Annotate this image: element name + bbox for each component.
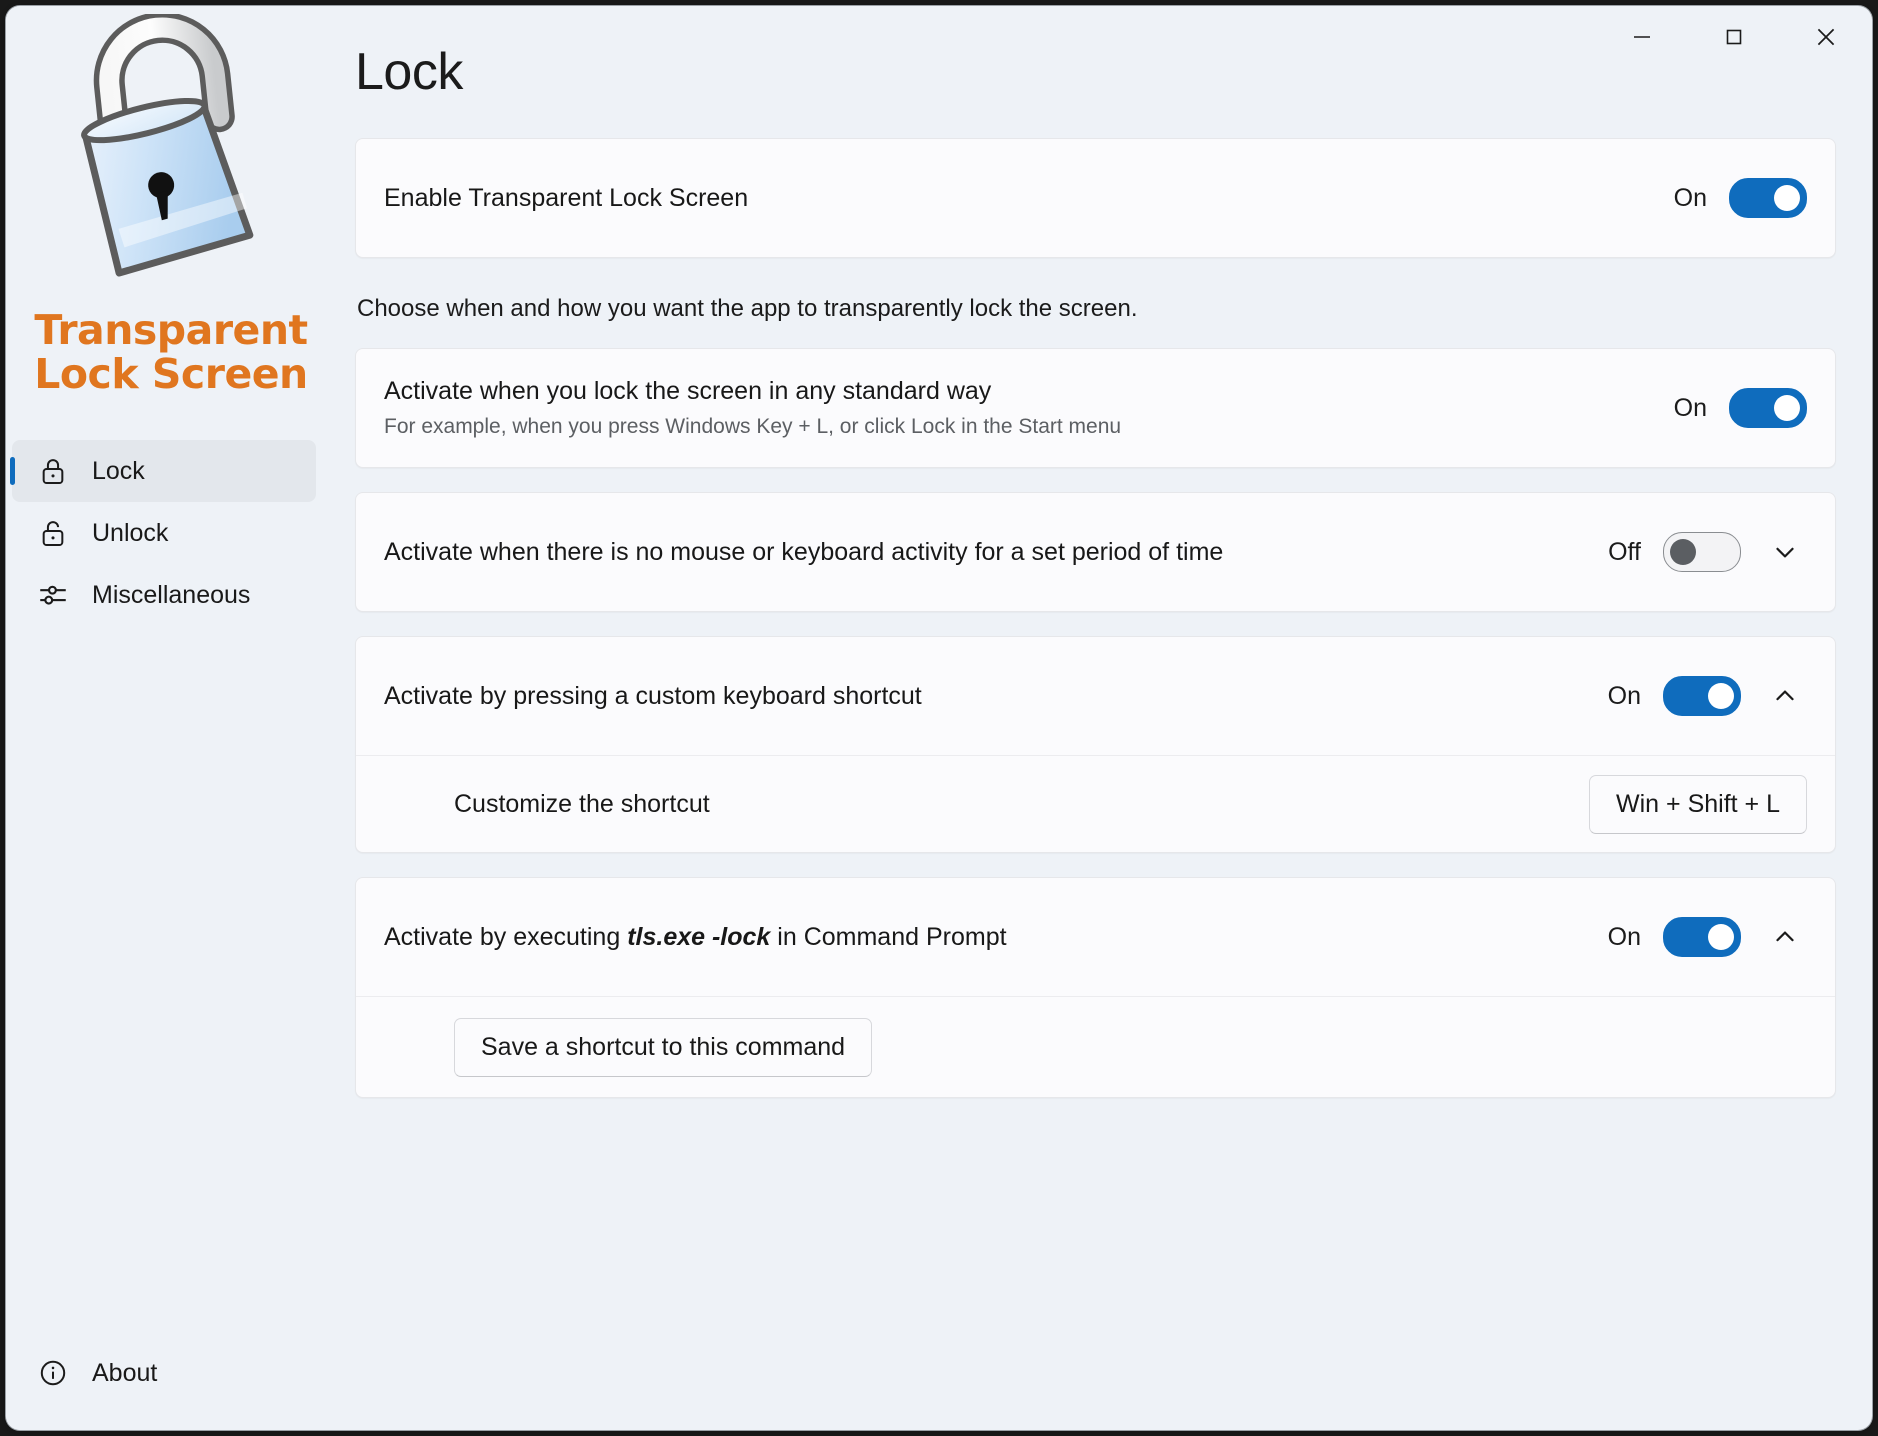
shortcut-setting-controls: On bbox=[1608, 674, 1807, 718]
standard-way-setting-row: Activate when you lock the screen in any… bbox=[356, 349, 1835, 467]
sidebar-item-unlock[interactable]: Unlock bbox=[12, 502, 316, 564]
enable-toggle[interactable] bbox=[1729, 178, 1807, 218]
command-title-prefix: Activate by executing bbox=[384, 923, 628, 951]
lock-closed-icon bbox=[34, 455, 72, 487]
shortcut-expander-button[interactable] bbox=[1763, 674, 1807, 718]
standard-way-toggle-state-label: On bbox=[1673, 393, 1707, 422]
sidebar-item-miscellaneous[interactable]: Miscellaneous bbox=[12, 564, 316, 626]
shortcut-toggle-state-label: On bbox=[1607, 681, 1641, 710]
close-icon bbox=[1817, 28, 1835, 46]
enable-toggle-state-label: On bbox=[1673, 183, 1707, 212]
idle-setting-row[interactable]: Activate when there is no mouse or keybo… bbox=[356, 493, 1835, 611]
shortcut-sub-row: Customize the shortcut Win + Shift + L bbox=[356, 755, 1835, 852]
section-description: Choose when and how you want the app to … bbox=[357, 295, 1138, 322]
command-title-suffix: in Command Prompt bbox=[770, 923, 1007, 951]
minimize-icon bbox=[1634, 36, 1650, 38]
idle-setting-title: Activate when there is no mouse or keybo… bbox=[384, 538, 1224, 566]
sidebar-item-about[interactable]: About bbox=[12, 1342, 316, 1404]
sidebar-item-label: Unlock bbox=[92, 518, 169, 547]
sidebar-item-label: About bbox=[92, 1358, 158, 1387]
command-setting-card: Activate by executing tls.exe -lock in C… bbox=[355, 877, 1836, 1098]
command-setting-row[interactable]: Activate by executing tls.exe -lock in C… bbox=[356, 878, 1835, 996]
minimize-button[interactable] bbox=[1596, 6, 1688, 68]
main-content: Lock Enable Transparent Lock Screen On C… bbox=[336, 6, 1872, 1430]
toggle-knob bbox=[1708, 683, 1734, 709]
command-setting-title: Activate by executing tls.exe -lock in C… bbox=[384, 922, 1608, 952]
sidebar-item-lock[interactable]: Lock bbox=[10, 440, 316, 502]
standard-way-setting-title: Activate when you lock the screen in any… bbox=[384, 377, 992, 405]
enable-setting-text: Enable Transparent Lock Screen bbox=[384, 183, 1674, 213]
window-caption-buttons bbox=[1596, 6, 1872, 68]
lock-open-icon bbox=[34, 517, 72, 549]
enable-setting-controls: On bbox=[1674, 178, 1807, 218]
maximize-icon bbox=[1726, 29, 1742, 45]
idle-setting-card: Activate when there is no mouse or keybo… bbox=[355, 492, 1836, 612]
info-circle-icon bbox=[34, 1357, 72, 1389]
standard-way-setting-text: Activate when you lock the screen in any… bbox=[384, 376, 1674, 440]
idle-toggle[interactable] bbox=[1663, 532, 1741, 572]
app-window: Transparent Lock Screen Lock Unlock Misc… bbox=[6, 6, 1872, 1430]
standard-way-setting-card: Activate when you lock the screen in any… bbox=[355, 348, 1836, 468]
shortcut-setting-title: Activate by pressing a custom keyboard s… bbox=[384, 682, 922, 710]
command-toggle[interactable] bbox=[1663, 917, 1741, 957]
close-button[interactable] bbox=[1780, 6, 1872, 68]
shortcut-value-button[interactable]: Win + Shift + L bbox=[1589, 774, 1807, 834]
brand-title-line2: Lock Screen bbox=[34, 350, 308, 398]
idle-setting-controls: Off bbox=[1608, 530, 1807, 574]
toggle-knob bbox=[1670, 539, 1696, 565]
brand-block: Transparent Lock Screen bbox=[6, 6, 336, 396]
idle-setting-text: Activate when there is no mouse or keybo… bbox=[384, 537, 1608, 567]
sidebar-item-label: Lock bbox=[92, 456, 145, 485]
chevron-up-icon bbox=[1776, 690, 1794, 701]
command-setting-controls: On bbox=[1608, 915, 1807, 959]
toggle-knob bbox=[1708, 924, 1734, 950]
active-indicator bbox=[10, 457, 15, 485]
shortcut-setting-row[interactable]: Activate by pressing a custom keyboard s… bbox=[356, 637, 1835, 755]
idle-expander-button[interactable] bbox=[1763, 530, 1807, 574]
brand-title-line1: Transparent bbox=[34, 306, 308, 354]
standard-way-setting-subtitle: For example, when you press Windows Key … bbox=[384, 415, 1122, 438]
command-sub-row: Save a shortcut to this command bbox=[356, 996, 1835, 1097]
command-expander-button[interactable] bbox=[1763, 915, 1807, 959]
sidebar-nav: Lock Unlock Miscellaneous bbox=[6, 440, 336, 626]
chevron-up-icon bbox=[1776, 931, 1794, 942]
toggle-knob bbox=[1774, 395, 1800, 421]
idle-toggle-state-label: Off bbox=[1608, 537, 1641, 566]
toggle-knob bbox=[1774, 185, 1800, 211]
sliders-icon bbox=[34, 578, 72, 612]
enable-setting-row: Enable Transparent Lock Screen On bbox=[356, 139, 1835, 257]
command-toggle-state-label: On bbox=[1607, 922, 1641, 951]
customize-shortcut-label: Customize the shortcut bbox=[454, 789, 710, 818]
sidebar-item-label: Miscellaneous bbox=[92, 580, 251, 609]
shortcut-setting-card: Activate by pressing a custom keyboard s… bbox=[355, 636, 1836, 853]
brand-title: Transparent Lock Screen bbox=[34, 308, 308, 396]
shortcut-toggle[interactable] bbox=[1663, 676, 1741, 716]
standard-way-setting-controls: On bbox=[1674, 388, 1807, 428]
maximize-button[interactable] bbox=[1688, 6, 1780, 68]
command-title-command: tls.exe -lock bbox=[627, 923, 771, 951]
sidebar: Transparent Lock Screen Lock Unlock Misc… bbox=[6, 6, 336, 1430]
standard-way-toggle[interactable] bbox=[1729, 388, 1807, 428]
shortcut-setting-text: Activate by pressing a custom keyboard s… bbox=[384, 681, 1608, 711]
enable-setting-card: Enable Transparent Lock Screen On bbox=[355, 138, 1836, 258]
enable-setting-title: Enable Transparent Lock Screen bbox=[384, 184, 749, 212]
save-command-shortcut-button[interactable]: Save a shortcut to this command bbox=[454, 1017, 873, 1077]
chevron-down-icon bbox=[1776, 547, 1794, 558]
padlock-logo-icon bbox=[81, 14, 254, 277]
sidebar-footer: About bbox=[6, 1342, 336, 1430]
command-setting-text: Activate by executing tls.exe -lock in C… bbox=[384, 922, 1608, 952]
